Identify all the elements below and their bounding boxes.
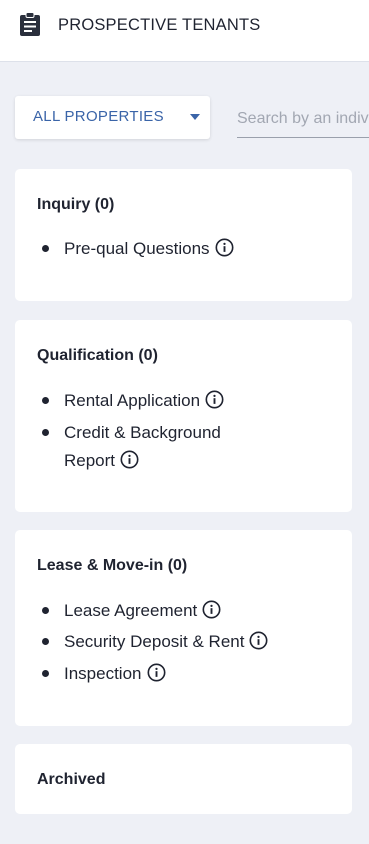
- info-icon[interactable]: [147, 663, 166, 682]
- caret-down-icon: [190, 114, 200, 120]
- archived-card[interactable]: Archived: [15, 744, 352, 814]
- property-filter-dropdown[interactable]: ALL PROPERTIES: [15, 96, 210, 139]
- card-title: Qualification (0): [37, 347, 158, 364]
- card-title: Lease & Move-in (0): [37, 557, 188, 574]
- app-header: PROSPECTIVE TENANTS: [0, 0, 369, 62]
- bullet: [42, 638, 49, 645]
- info-icon[interactable]: [249, 631, 268, 650]
- bullet: [42, 607, 49, 614]
- qualification-card: Qualification (0) Rental Application Cre…: [15, 320, 352, 512]
- bullet: [42, 670, 49, 677]
- search-input[interactable]: [237, 104, 369, 138]
- lease-move-in-card: Lease & Move-in (0) Lease Agreement Secu…: [15, 530, 352, 726]
- card-title: Archived: [37, 771, 106, 788]
- info-icon[interactable]: [205, 390, 224, 409]
- bullet: [42, 429, 49, 436]
- clipboard-icon: [20, 12, 40, 36]
- info-icon[interactable]: [120, 450, 139, 469]
- page-title: PROSPECTIVE TENANTS: [58, 16, 261, 34]
- property-filter-label: ALL PROPERTIES: [33, 108, 164, 125]
- bullet: [42, 397, 49, 404]
- credit-background-report-link[interactable]: Credit & Background Report: [64, 419, 221, 475]
- bullet: [42, 245, 49, 252]
- pre-qual-questions-link[interactable]: Pre-qual Questions: [64, 235, 234, 263]
- rental-application-link[interactable]: Rental Application: [64, 387, 224, 415]
- info-icon[interactable]: [215, 238, 234, 257]
- info-icon[interactable]: [202, 600, 221, 619]
- inspection-link[interactable]: Inspection: [64, 660, 166, 688]
- security-deposit-rent-link[interactable]: Security Deposit & Rent: [64, 628, 268, 656]
- card-title: Inquiry (0): [37, 196, 115, 213]
- inquiry-card: Inquiry (0) Pre-qual Questions: [15, 169, 352, 301]
- lease-agreement-link[interactable]: Lease Agreement: [64, 597, 221, 625]
